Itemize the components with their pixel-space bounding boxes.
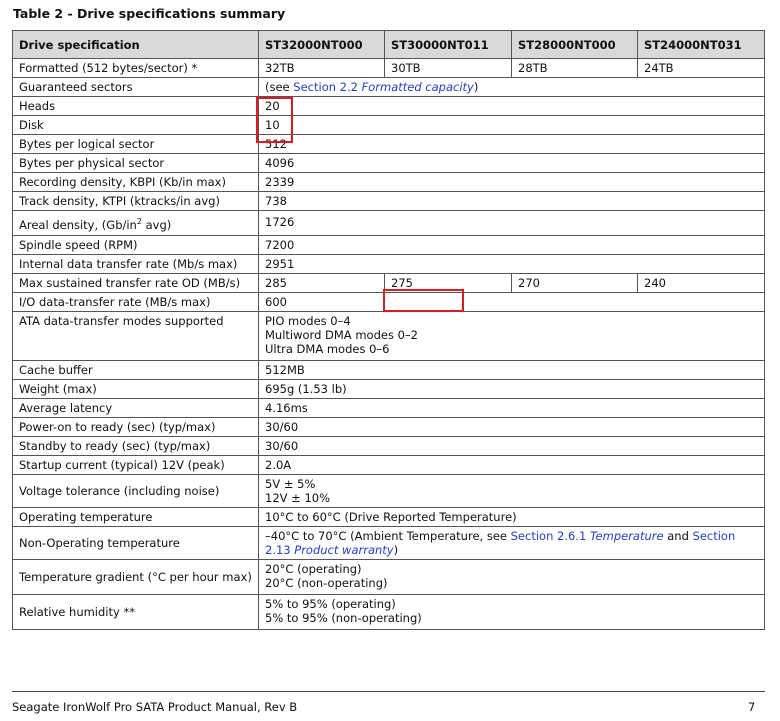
table-row: Standby to ready (sec) (typ/max) 30/60	[12, 435, 765, 456]
row-label: Max sustained transfer rate OD (MB/s)	[12, 272, 259, 293]
row-label: Bytes per logical sector	[12, 134, 259, 154]
table-row: Cache buffer 512MB	[12, 359, 765, 380]
table-row: I/O data-transfer rate (MB/s max) 600	[12, 291, 765, 312]
cell-value: 240	[637, 272, 765, 293]
row-label: Bytes per physical sector	[12, 153, 259, 173]
cell-value: 10°C to 60°C (Drive Reported Temperature…	[258, 506, 765, 527]
cell-value: 20°C (operating) 20°C (non-operating)	[258, 558, 765, 595]
cell-value: 5V ± 5% 12V ± 10%	[258, 473, 765, 508]
column-header: ST32000NT000	[258, 30, 385, 59]
table-row: Operating temperature 10°C to 60°C (Driv…	[12, 506, 765, 527]
row-label: Operating temperature	[12, 506, 259, 527]
cell-value: 695g (1.53 lb)	[258, 378, 765, 399]
row-label: Relative humidity **	[12, 593, 259, 630]
table-row: ATA data-transfer modes supported PIO mo…	[12, 310, 765, 361]
table-row: Max sustained transfer rate OD (MB/s) 28…	[12, 272, 765, 293]
column-header: ST24000NT031	[637, 30, 765, 59]
cell-value: 2339	[258, 172, 765, 192]
footer-divider	[12, 691, 765, 692]
table-row: Non-Operating temperature –40°C to 70°C …	[12, 525, 765, 560]
row-label: Recording density, KBPI (Kb/in max)	[12, 172, 259, 192]
table-row: Internal data transfer rate (Mb/s max) 2…	[12, 253, 765, 274]
table-row: Voltage tolerance (including noise) 5V ±…	[12, 473, 765, 508]
row-label: Temperature gradient (°C per hour max)	[12, 558, 259, 595]
row-label: Internal data transfer rate (Mb/s max)	[12, 253, 259, 274]
row-label: Weight (max)	[12, 378, 259, 399]
drive-spec-table: Drive specification ST32000NT000 ST30000…	[12, 30, 765, 630]
table-row: Startup current (typical) 12V (peak) 2.0…	[12, 454, 765, 475]
section-link[interactable]: Section 2.6.1 Temperature	[511, 529, 664, 543]
table-row: Bytes per physical sector 4096	[12, 153, 765, 173]
row-label: Power-on to ready (sec) (typ/max)	[12, 416, 259, 437]
row-label: Voltage tolerance (including noise)	[12, 473, 259, 508]
table-header-row: Drive specification ST32000NT000 ST30000…	[12, 30, 765, 59]
row-label: Disk	[12, 115, 259, 135]
cell-value: 10	[258, 115, 765, 135]
row-label: Average latency	[12, 397, 259, 418]
table-row: Relative humidity ** 5% to 95% (operatin…	[12, 593, 765, 630]
cell-value: 32TB	[258, 58, 385, 78]
table-row: Temperature gradient (°C per hour max) 2…	[12, 558, 765, 595]
section-link[interactable]: Section 2.2 Formatted capacity	[293, 80, 474, 94]
cell-value: 512	[258, 134, 765, 154]
page-number: 7	[748, 700, 756, 714]
row-label: Areal density, (Gb/in2 avg)	[12, 210, 259, 236]
row-label: Cache buffer	[12, 359, 259, 380]
column-header: ST30000NT011	[384, 30, 512, 59]
table-row: Areal density, (Gb/in2 avg) 1726	[12, 210, 765, 236]
cell-value: 24TB	[637, 58, 765, 78]
table-row: Disk 10	[12, 115, 765, 135]
cell-value: 30/60	[258, 416, 765, 437]
cell-value: 7200	[258, 234, 765, 255]
footer-manual-title: Seagate IronWolf Pro SATA Product Manual…	[12, 700, 298, 714]
cell-value: 275	[384, 272, 512, 293]
cell-value: 30/60	[258, 435, 765, 456]
table-row: Average latency 4.16ms	[12, 397, 765, 418]
cell-value: (see Section 2.2 Formatted capacity)	[258, 77, 765, 97]
cell-value: 270	[511, 272, 638, 293]
row-label: ATA data-transfer modes supported	[12, 310, 259, 361]
row-label: Formatted (512 bytes/sector) *	[12, 58, 259, 78]
table-title: Table 2 - Drive specifications summary	[13, 6, 286, 21]
cell-value: 600	[258, 291, 765, 312]
cell-value: 5% to 95% (operating) 5% to 95% (non-oper…	[258, 593, 765, 630]
row-label: Startup current (typical) 12V (peak)	[12, 454, 259, 475]
row-label: Guaranteed sectors	[12, 77, 259, 97]
cell-value: 28TB	[511, 58, 638, 78]
row-label: Heads	[12, 96, 259, 116]
cell-value: 30TB	[384, 58, 512, 78]
table-row: Bytes per logical sector 512	[12, 134, 765, 154]
cell-value: 20	[258, 96, 765, 116]
row-label: Non-Operating temperature	[12, 525, 259, 560]
row-label: Spindle speed (RPM)	[12, 234, 259, 255]
cell-value: 738	[258, 191, 765, 211]
table-row: Recording density, KBPI (Kb/in max) 2339	[12, 172, 765, 192]
cell-value: 512MB	[258, 359, 765, 380]
row-label: I/O data-transfer rate (MB/s max)	[12, 291, 259, 312]
table-row: Guaranteed sectors (see Section 2.2 Form…	[12, 77, 765, 97]
row-label: Track density, KTPI (ktracks/in avg)	[12, 191, 259, 211]
cell-value: 2951	[258, 253, 765, 274]
table-row: Heads 20	[12, 96, 765, 116]
table-row: Spindle speed (RPM) 7200	[12, 234, 765, 255]
cell-value: 4.16ms	[258, 397, 765, 418]
cell-value: PIO modes 0–4 Multiword DMA modes 0–2 Ultr…	[258, 310, 765, 361]
cell-value: 285	[258, 272, 385, 293]
table-row: Formatted (512 bytes/sector) * 32TB 30TB…	[12, 58, 765, 78]
cell-value: 4096	[258, 153, 765, 173]
cell-value: 2.0A	[258, 454, 765, 475]
row-label: Standby to ready (sec) (typ/max)	[12, 435, 259, 456]
cell-value: 1726	[258, 210, 765, 236]
column-header: Drive specification	[12, 30, 259, 59]
table-row: Track density, KTPI (ktracks/in avg) 738	[12, 191, 765, 211]
table-row: Weight (max) 695g (1.53 lb)	[12, 378, 765, 399]
column-header: ST28000NT000	[511, 30, 638, 59]
table-row: Power-on to ready (sec) (typ/max) 30/60	[12, 416, 765, 437]
cell-value: –40°C to 70°C (Ambient Temperature, see …	[258, 525, 765, 560]
